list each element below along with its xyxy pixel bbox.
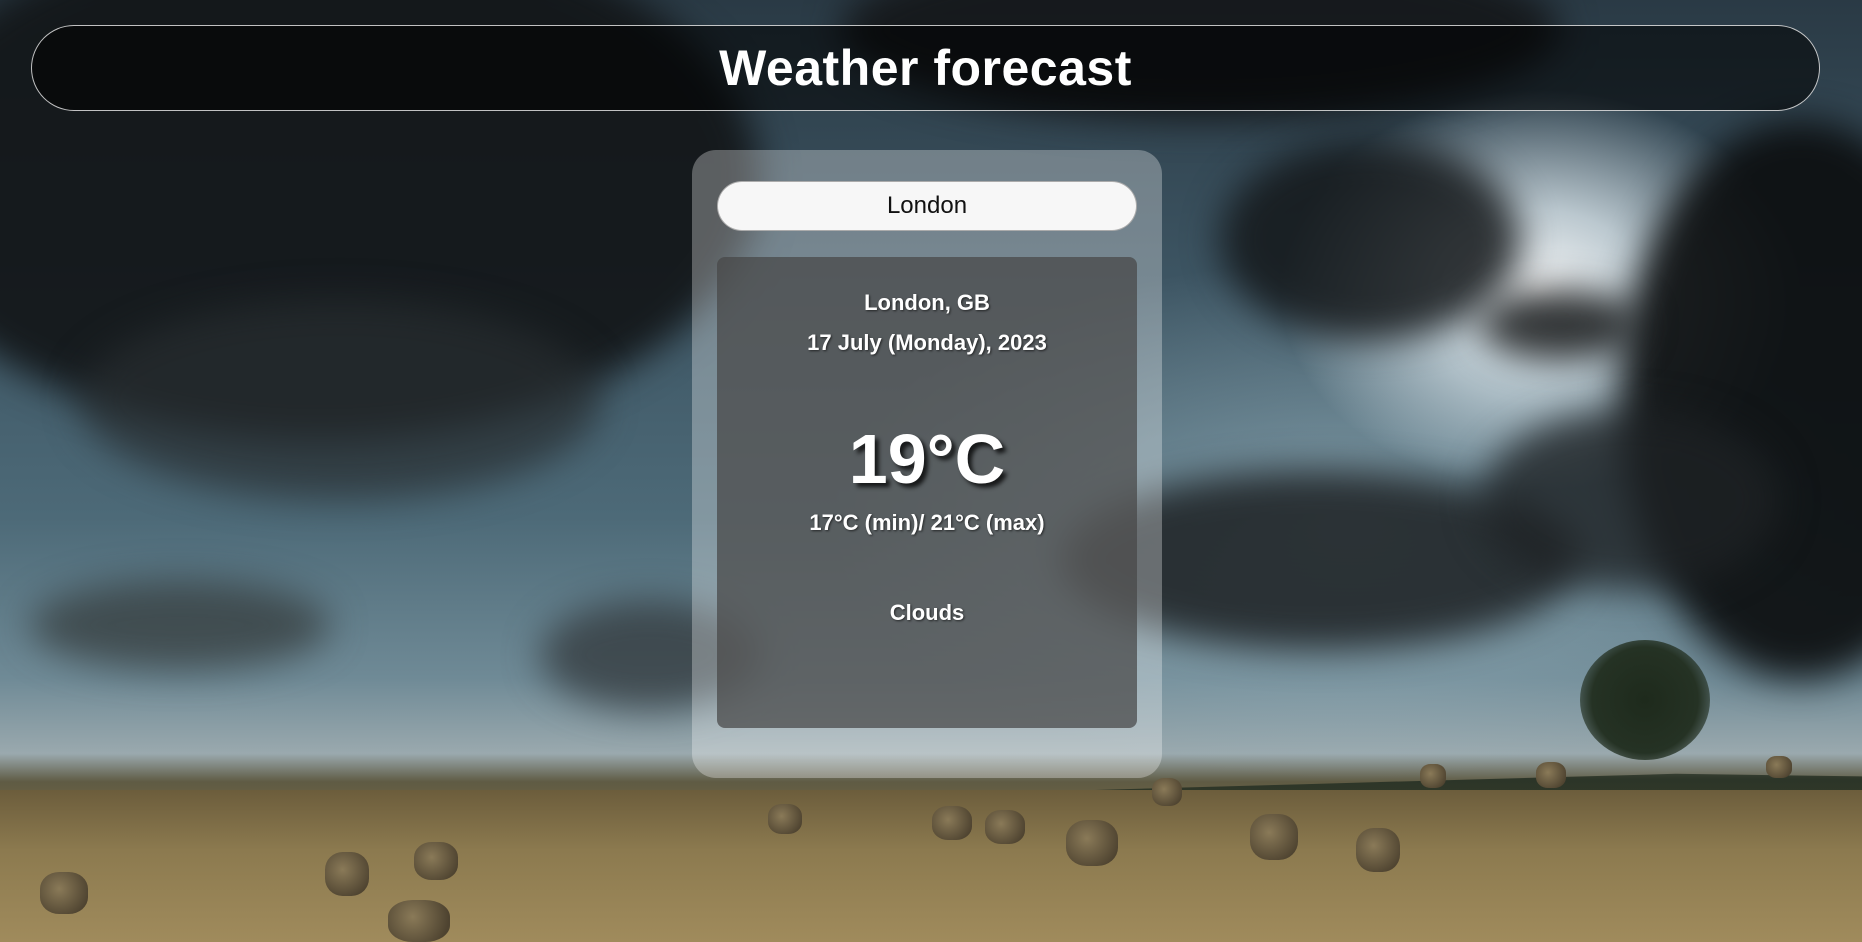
page-title: Weather forecast xyxy=(719,40,1132,96)
hay-field xyxy=(0,790,1862,942)
cloud xyxy=(80,300,600,500)
cloud xyxy=(1480,290,1640,360)
hay-bale xyxy=(388,900,450,942)
hay-bale xyxy=(1066,820,1118,866)
hay-bale xyxy=(1536,762,1566,788)
hay-bale xyxy=(768,804,802,834)
cloud xyxy=(1620,120,1862,680)
city-search-input[interactable] xyxy=(717,181,1137,231)
weather-panel: London, GB 17 July (Monday), 2023 19°C 1… xyxy=(717,257,1137,728)
hay-bale xyxy=(325,852,369,896)
hay-bale xyxy=(985,810,1025,844)
weather-card: London, GB 17 July (Monday), 2023 19°C 1… xyxy=(692,150,1162,778)
hay-bale xyxy=(1250,814,1298,860)
hay-bale xyxy=(1766,756,1792,778)
hay-bale xyxy=(414,842,458,880)
tree xyxy=(1580,640,1710,760)
temperature-value: 19°C xyxy=(848,420,1006,498)
hay-bale xyxy=(1420,764,1446,788)
cloud xyxy=(1220,140,1520,340)
header-bar: Weather forecast xyxy=(31,25,1820,111)
min-max-temperature: 17°C (min)/ 21°C (max) xyxy=(809,510,1045,535)
hay-bale xyxy=(40,872,88,914)
hay-bale xyxy=(1356,828,1400,872)
cloud xyxy=(1480,410,1780,590)
weather-condition: Clouds xyxy=(889,600,965,625)
hay-bale xyxy=(932,806,972,840)
date-label: 17 July (Monday), 2023 xyxy=(807,330,1047,355)
cloud xyxy=(30,580,330,670)
location-label: London, GB xyxy=(864,290,990,315)
page-root: Weather forecast London, GB 17 July (Mon… xyxy=(0,0,1862,942)
hay-bale xyxy=(1152,778,1182,806)
